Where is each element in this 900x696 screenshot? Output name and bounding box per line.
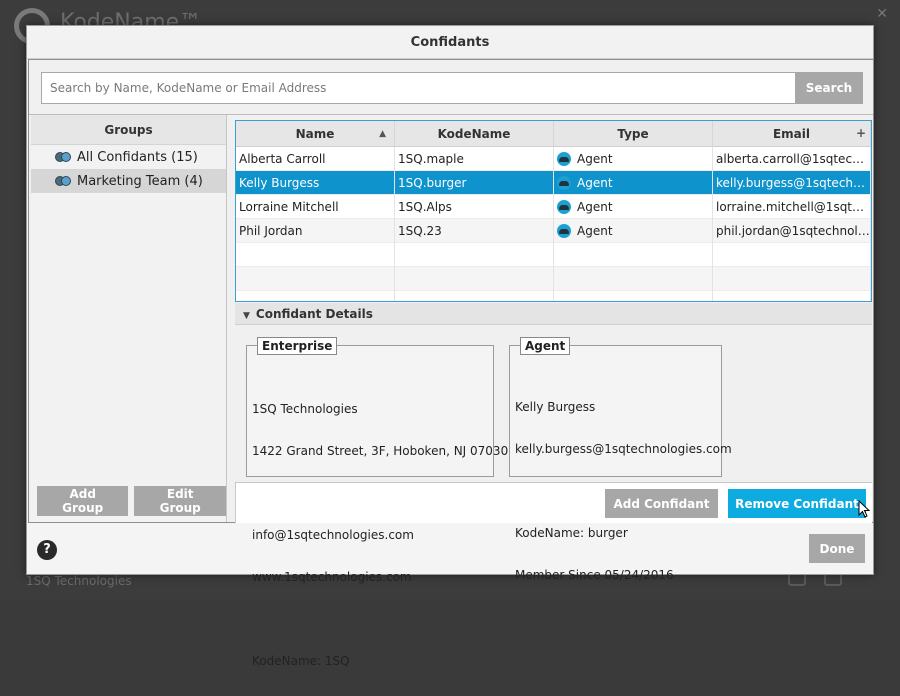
cell-kodename: 1SQ.Alps [395, 195, 554, 219]
table-row-empty [236, 267, 871, 291]
cell-email: lorraine.mitchell@1sqtec... [713, 195, 871, 219]
table-row[interactable]: Lorraine Mitchell 1SQ.Alps Agent lorrain… [236, 195, 871, 219]
type-label: Agent [577, 200, 613, 214]
app-footer-text: 1SQ Technologies [26, 574, 132, 588]
cell-email: phil.jordan@1sqtechnolog... [713, 219, 871, 243]
cell-name: Alberta Carroll [236, 147, 395, 171]
column-header-name[interactable]: Name ▲ [236, 121, 395, 147]
cell-kodename: 1SQ.burger [395, 171, 554, 195]
enterprise-line: 1422 Grand Street, 3F, Hoboken, NJ 07030 [252, 444, 509, 458]
table-row[interactable]: Phil Jordan 1SQ.23 Agent phil.jordan@1sq… [236, 219, 871, 243]
group-item-all-confidants[interactable]: All Confidants (15) [31, 145, 226, 169]
group-icon [55, 174, 71, 188]
sort-ascending-icon: ▲ [379, 129, 386, 139]
mouse-cursor-icon [858, 500, 871, 518]
cell-name: Kelly Burgess [236, 171, 395, 195]
cell-name: Phil Jordan [236, 219, 395, 243]
cell-kodename: 1SQ.23 [395, 219, 554, 243]
add-column-icon[interactable]: + [856, 121, 866, 146]
confidants-dialog: Confidants Search Groups All Confidants … [26, 25, 874, 668]
agent-icon [557, 152, 571, 166]
details-header-label: Confidant Details [255, 307, 373, 321]
agent-icon [557, 224, 571, 238]
group-item-label: Marketing Team (4) [77, 173, 203, 189]
enterprise-line: KodeName: 1SQ [252, 654, 350, 668]
table-header: Name ▲ KodeName Type Email + [236, 121, 871, 147]
type-label: Agent [577, 224, 613, 238]
cell-type: Agent [554, 171, 713, 195]
confidant-details-panel: ▼ Confidant Details Enterprise 1SQ Techno… [235, 303, 872, 668]
agent-line: kelly.burgess@1sqtechnologies.com [515, 442, 732, 456]
cell-type: Agent [554, 219, 713, 243]
agent-legend: Agent [520, 337, 571, 355]
agent-line: KodeName: burger [515, 526, 628, 540]
group-item-label: All Confidants (15) [77, 149, 198, 165]
agent-icon [557, 176, 571, 190]
group-item-marketing-team[interactable]: Marketing Team (4) [31, 169, 226, 193]
type-label: Agent [577, 176, 613, 190]
remove-confidant-button[interactable]: Remove Confidant [728, 489, 866, 518]
column-label: KodeName [437, 127, 511, 141]
details-actions: Add Confidant Remove Confidant [235, 482, 872, 523]
cell-name: Lorraine Mitchell [236, 195, 395, 219]
column-header-kodename[interactable]: KodeName [395, 121, 554, 147]
help-icon[interactable]: ? [37, 540, 57, 560]
table-row[interactable]: Alberta Carroll 1SQ.maple Agent alberta.… [236, 147, 871, 171]
group-icon [55, 150, 71, 164]
agent-icon [557, 200, 571, 214]
dialog-title: Confidants [27, 26, 873, 59]
add-group-button[interactable]: Add Group [37, 486, 129, 516]
column-header-type[interactable]: Type [554, 121, 713, 147]
done-button[interactable]: Done [809, 534, 865, 563]
details-header[interactable]: ▼ Confidant Details [235, 303, 872, 325]
search-button[interactable]: Search [795, 72, 863, 104]
cell-email: kelly.burgess@1sqtechno... [713, 171, 871, 195]
enterprise-info: 1SQ Technologies 1422 Grand Street, 3F, … [252, 374, 508, 696]
groups-panel: Groups All Confidants (15) Marketing Tea… [31, 115, 227, 522]
enterprise-box: Enterprise 1SQ Technologies 1422 Grand S… [246, 337, 508, 668]
search-row: Search [41, 72, 863, 104]
search-input[interactable] [41, 72, 795, 104]
enterprise-legend: Enterprise [257, 337, 338, 355]
enterprise-line [252, 612, 508, 626]
column-label: Email [772, 127, 811, 141]
type-label: Agent [577, 152, 613, 166]
table-row-empty [236, 291, 871, 301]
content-frame: Search Groups All Confidants (15) Market… [28, 59, 874, 668]
agent-line: Member Since 05/24/2016 [515, 568, 674, 582]
agent-line: Kelly Burgess [515, 400, 596, 414]
cell-type: Agent [554, 195, 713, 219]
enterprise-line: 1SQ Technologies [252, 402, 358, 416]
column-header-email[interactable]: Email + [713, 121, 871, 147]
column-label: Type [617, 127, 649, 141]
groups-buttons: Add Group Edit Group [37, 486, 226, 516]
confidants-table: Name ▲ KodeName Type Email + Alberta Car… [235, 120, 872, 302]
groups-header: Groups [31, 115, 226, 145]
enterprise-line: info@1sqtechnologies.com [252, 528, 414, 542]
add-confidant-button[interactable]: Add Confidant [605, 489, 718, 518]
cell-kodename: 1SQ.maple [395, 147, 554, 171]
table-row[interactable]: Kelly Burgess 1SQ.burger Agent kelly.bur… [236, 171, 871, 195]
enterprise-line: www.1sqtechnologies.com [252, 570, 412, 584]
edit-group-button[interactable]: Edit Group [134, 486, 226, 516]
column-label: Name [295, 127, 335, 141]
collapse-triangle-icon: ▼ [243, 311, 250, 321]
close-icon[interactable]: ✕ [876, 6, 888, 22]
cell-email: alberta.carroll@1sqtechn... [713, 147, 871, 171]
cell-type: Agent [554, 147, 713, 171]
table-row-empty [236, 243, 871, 267]
agent-box: Agent Kelly Burgess kelly.burgess@1sqtec… [509, 337, 732, 582]
